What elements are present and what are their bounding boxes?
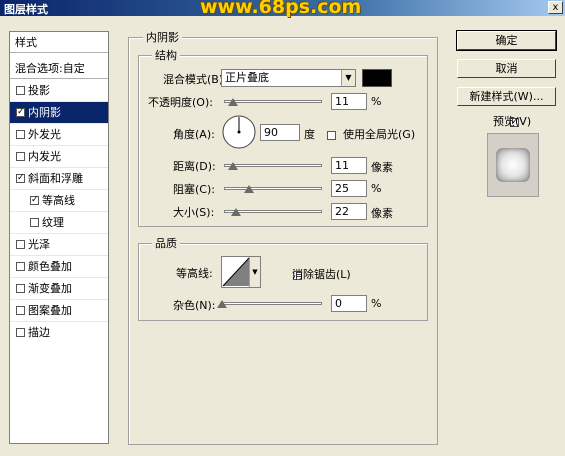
style-item-label: 渐变叠加 — [28, 282, 72, 295]
style-item-pattern-overlay[interactable]: 图案叠加 — [10, 300, 108, 322]
style-item-gradient-overlay[interactable]: 渐变叠加 — [10, 278, 108, 300]
choke-unit: % — [371, 182, 382, 195]
angle-label: 角度(A): — [173, 128, 215, 141]
contour-curve-icon — [222, 257, 250, 287]
size-unit: 像素 — [371, 207, 393, 220]
opacity-slider-thumb[interactable] — [228, 98, 238, 106]
style-item-stroke[interactable]: 描边 — [10, 322, 108, 344]
choke-slider-track[interactable] — [224, 187, 322, 190]
texture-checkbox[interactable] — [30, 217, 39, 227]
noise-slider-track[interactable] — [221, 302, 322, 305]
opacity-unit: % — [371, 95, 382, 108]
pattern-overlay-checkbox[interactable] — [16, 305, 25, 315]
distance-unit: 像素 — [371, 161, 393, 174]
contour-label: 等高线: — [176, 267, 213, 280]
style-item-drop-shadow[interactable]: 投影 — [10, 80, 108, 102]
satin-checkbox[interactable] — [16, 239, 25, 249]
watermark-logo: www.68ps.com — [200, 0, 362, 18]
close-button[interactable]: x — [548, 1, 563, 14]
preview-label: 预览(V) — [493, 115, 532, 128]
style-item-label: 纹理 — [42, 216, 64, 229]
style-item-satin[interactable]: 光泽 — [10, 234, 108, 256]
inner-shadow-title: 内阴影 — [143, 29, 182, 45]
style-item-label: 光泽 — [28, 238, 50, 251]
style-item-contour[interactable]: ✓ 等高线 — [10, 190, 108, 212]
stroke-checkbox[interactable] — [16, 327, 25, 337]
style-item-color-overlay[interactable]: 颜色叠加 — [10, 256, 108, 278]
style-item-label: 图案叠加 — [28, 304, 72, 317]
cancel-button[interactable]: 取消 — [457, 59, 556, 78]
ok-button[interactable]: 确定 — [456, 30, 557, 51]
style-item-inner-glow[interactable]: 内发光 — [10, 146, 108, 168]
new-style-button[interactable]: 新建样式(W)... — [457, 87, 556, 106]
style-item-label: 投影 — [28, 84, 50, 97]
contour-checkbox[interactable]: ✓ — [30, 195, 39, 205]
inner-glow-checkbox[interactable] — [16, 151, 25, 161]
noise-slider-thumb[interactable] — [217, 300, 227, 308]
styles-list: 样式 混合选项:自定 投影 ✓ 内阴影 外发光 内发光 ✓ 斜面和浮雕 ✓ 等高线 纹… — [9, 31, 109, 444]
noise-input[interactable]: 0 — [331, 295, 367, 312]
global-light-checkbox[interactable] — [327, 130, 336, 140]
inner-shadow-checkbox[interactable]: ✓ — [16, 107, 25, 117]
style-item-label: 内阴影 — [28, 106, 61, 119]
choke-label: 阻塞(C): — [173, 183, 215, 196]
drop-shadow-checkbox[interactable] — [16, 85, 25, 95]
size-label: 大小(S): — [173, 206, 215, 219]
style-item-label: 描边 — [28, 326, 50, 339]
size-input[interactable]: 22 — [331, 203, 367, 220]
distance-slider-thumb[interactable] — [228, 162, 238, 170]
noise-label: 杂色(N): — [173, 299, 216, 312]
angle-unit: 度 — [304, 128, 315, 141]
choke-input[interactable]: 25 — [331, 180, 367, 197]
window-title: 图层样式 — [4, 3, 48, 16]
style-item-label: 颜色叠加 — [28, 260, 72, 273]
distance-slider-track[interactable] — [224, 164, 322, 167]
style-item-inner-shadow[interactable]: ✓ 内阴影 — [10, 102, 108, 124]
blend-mode-value: 正片叠底 — [225, 71, 269, 84]
size-slider-thumb[interactable] — [231, 208, 241, 216]
styles-header[interactable]: 样式 — [10, 32, 108, 53]
global-light-label: 使用全局光(G) — [343, 128, 416, 141]
bevel-emboss-checkbox[interactable]: ✓ — [16, 173, 25, 183]
distance-label: 距离(D): — [173, 160, 216, 173]
outer-glow-checkbox[interactable] — [16, 129, 25, 139]
style-item-texture[interactable]: 纹理 — [10, 212, 108, 234]
gradient-overlay-checkbox[interactable] — [16, 283, 25, 293]
style-item-label: 外发光 — [28, 128, 61, 141]
shadow-color-swatch[interactable] — [362, 69, 392, 87]
style-item-label: 内发光 — [28, 150, 61, 163]
opacity-label: 不透明度(O): — [148, 96, 213, 109]
style-item-label: 斜面和浮雕 — [28, 172, 83, 185]
opacity-slider-track[interactable] — [224, 100, 322, 103]
color-overlay-checkbox[interactable] — [16, 261, 25, 271]
opacity-input[interactable]: 11 — [331, 93, 367, 110]
blend-options-item[interactable]: 混合选项:自定 — [10, 58, 108, 79]
antialias-label: 消除锯齿(L) — [292, 268, 351, 281]
chevron-down-icon: ▼ — [341, 70, 355, 86]
noise-unit: % — [371, 297, 382, 310]
structure-title: 结构 — [152, 47, 180, 63]
angle-input[interactable]: 90 — [260, 124, 300, 141]
style-item-bevel-emboss[interactable]: ✓ 斜面和浮雕 — [10, 168, 108, 190]
angle-dial[interactable] — [221, 114, 257, 150]
style-item-outer-glow[interactable]: 外发光 — [10, 124, 108, 146]
quality-title: 品质 — [152, 235, 180, 251]
style-item-label: 等高线 — [42, 194, 75, 207]
style-preview — [487, 133, 539, 197]
blend-mode-label: 混合模式(B): — [163, 73, 227, 86]
blend-mode-select[interactable]: 正片叠底 ▼ — [221, 69, 356, 87]
choke-slider-thumb[interactable] — [244, 185, 254, 193]
distance-input[interactable]: 11 — [331, 157, 367, 174]
preview-thumbnail — [496, 148, 530, 182]
chevron-down-icon[interactable]: ▼ — [249, 257, 260, 287]
contour-picker[interactable]: ▼ — [221, 256, 261, 288]
